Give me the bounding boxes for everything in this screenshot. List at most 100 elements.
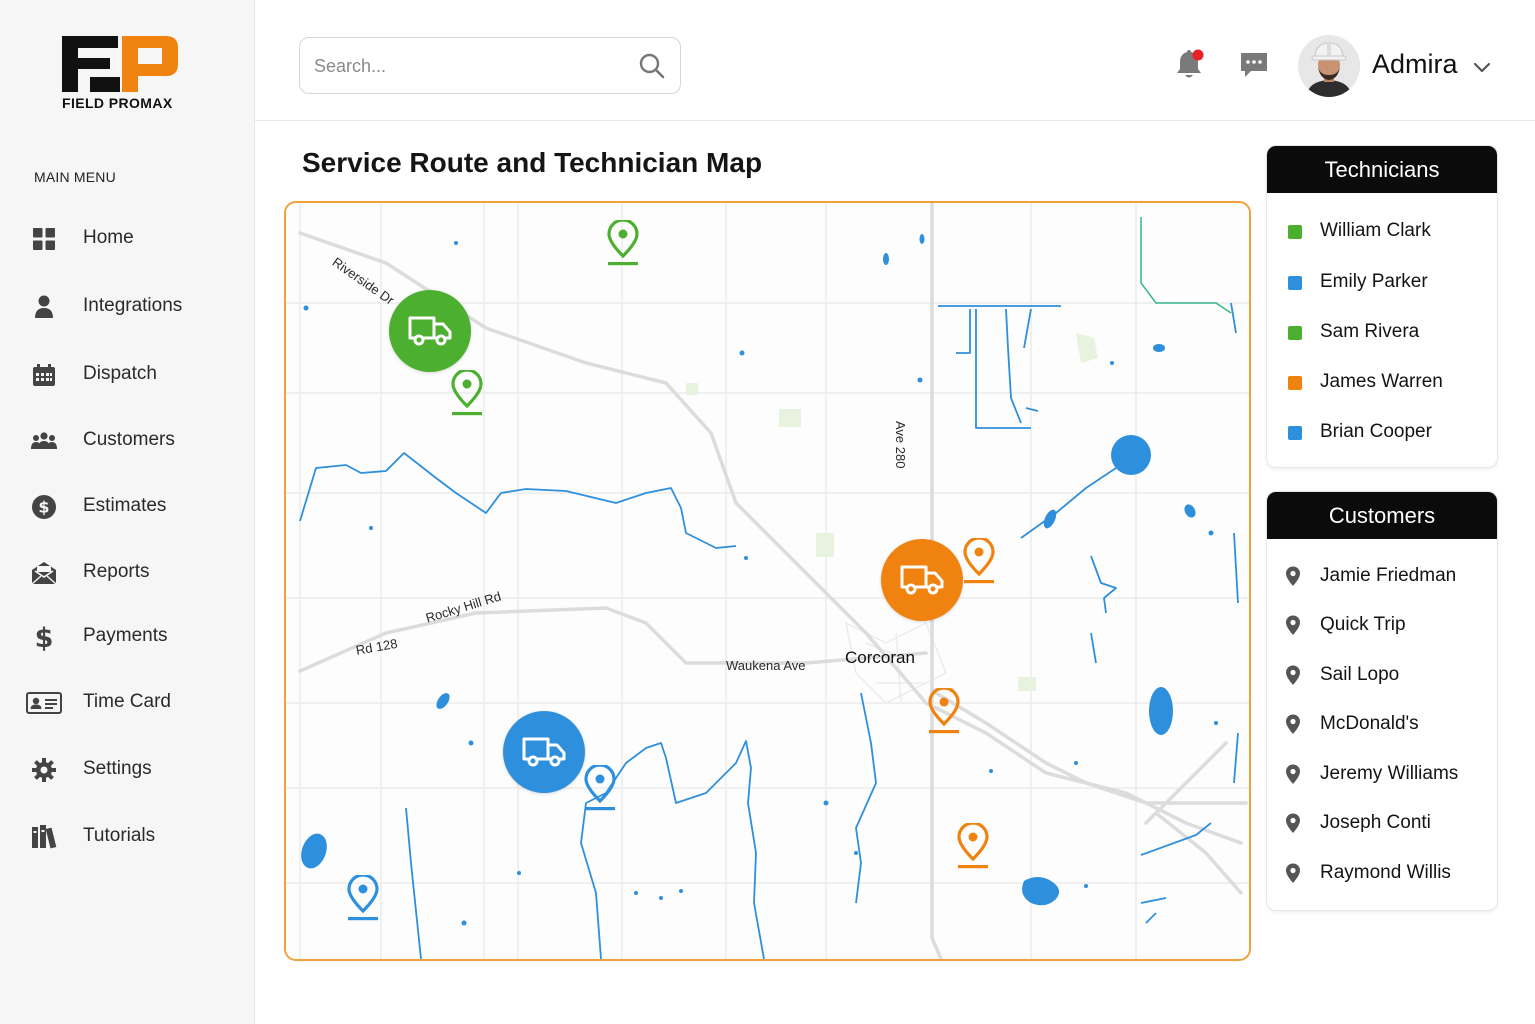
customer-name: Sail Lopo xyxy=(1320,664,1400,685)
sidebar-item-settings[interactable]: Settings xyxy=(0,743,254,795)
sidebar-item-label: Reports xyxy=(83,561,150,582)
sidebar-item-label: Time Card xyxy=(83,691,171,712)
road-label-ave-280: Ave 280 xyxy=(893,421,908,469)
customer-name: Quick Trip xyxy=(1320,614,1406,635)
sidebar-item-integrations[interactable]: Integrations xyxy=(0,280,254,332)
sidebar-item-label: Dispatch xyxy=(83,363,157,384)
sidebar-item-payments[interactable]: $ Payments xyxy=(0,610,254,662)
technician-item[interactable]: Sam Rivera xyxy=(1267,315,1497,351)
chevron-down-icon[interactable] xyxy=(1471,56,1493,78)
sidebar-item-customers[interactable]: Customers xyxy=(0,414,254,466)
truck-marker-green[interactable] xyxy=(389,290,471,372)
customer-item[interactable]: Joseph Conti xyxy=(1267,806,1497,842)
dollar-circle-icon: $ xyxy=(31,494,57,520)
search-icon[interactable] xyxy=(638,52,666,80)
sidebar-item-label: Customers xyxy=(83,429,175,450)
location-pin-icon xyxy=(1285,566,1301,587)
sidebar-item-estimates[interactable]: $ Estimates xyxy=(0,480,254,532)
map-pin-green[interactable] xyxy=(605,218,641,268)
road-label-waukena: Waukena Ave xyxy=(726,658,806,673)
map-pin-orange[interactable] xyxy=(961,536,997,586)
search-input[interactable] xyxy=(314,50,624,82)
truck-marker-blue[interactable] xyxy=(503,711,585,793)
location-pin-icon xyxy=(1285,764,1301,785)
customer-item[interactable]: Jamie Friedman xyxy=(1267,559,1497,595)
sidebar-item-dispatch[interactable]: Dispatch xyxy=(0,348,254,400)
technician-item[interactable]: Emily Parker xyxy=(1267,265,1497,301)
sidebar-item-reports[interactable]: Reports xyxy=(0,546,254,598)
truck-icon xyxy=(900,565,944,595)
group-icon xyxy=(31,428,57,454)
color-swatch xyxy=(1288,276,1302,290)
technician-item[interactable]: James Warren xyxy=(1267,365,1497,401)
search-box[interactable] xyxy=(299,37,681,94)
map-pin-green[interactable] xyxy=(449,368,485,418)
customer-item[interactable]: Jeremy Williams xyxy=(1267,757,1497,793)
truck-marker-orange[interactable] xyxy=(881,539,963,621)
town-label-corcoran: Corcoran xyxy=(845,648,915,667)
chat-icon[interactable] xyxy=(1238,50,1270,80)
sidebar-item-label: Settings xyxy=(83,758,152,779)
map-pin-orange[interactable] xyxy=(955,821,991,871)
page-title: Service Route and Technician Map xyxy=(302,147,763,178)
customers-title: Customers xyxy=(1267,492,1497,539)
map-pin-orange[interactable] xyxy=(926,686,962,736)
location-pin-icon xyxy=(1285,714,1301,735)
color-swatch xyxy=(1288,376,1302,390)
user-avatar[interactable] xyxy=(1298,35,1360,97)
svg-text:$: $ xyxy=(38,498,49,517)
truck-icon xyxy=(522,737,566,767)
map-pin-blue[interactable] xyxy=(582,763,618,813)
envelope-icon xyxy=(31,560,57,586)
calendar-icon xyxy=(31,362,57,388)
technician-name: Emily Parker xyxy=(1320,271,1428,292)
customer-item[interactable]: Sail Lopo xyxy=(1267,658,1497,694)
customer-name: Jeremy Williams xyxy=(1320,763,1459,784)
sidebar-item-time-card[interactable]: Time Card xyxy=(0,676,254,728)
color-swatch xyxy=(1288,225,1302,239)
location-pin-icon xyxy=(1285,615,1301,636)
technician-name: James Warren xyxy=(1320,371,1443,392)
sidebar-item-label: Payments xyxy=(83,625,168,646)
customer-item[interactable]: Raymond Willis xyxy=(1267,856,1497,892)
technician-item[interactable]: Brian Cooper xyxy=(1267,415,1497,451)
technician-item[interactable]: William Clark xyxy=(1267,214,1497,250)
location-pin-icon xyxy=(1285,665,1301,686)
color-swatch xyxy=(1288,426,1302,440)
person-icon xyxy=(31,294,57,320)
technicians-title: Technicians xyxy=(1267,146,1497,193)
notification-bell-icon[interactable] xyxy=(1173,48,1205,82)
sidebar-item-tutorials[interactable]: Tutorials xyxy=(0,810,254,862)
location-pin-icon xyxy=(1285,863,1301,884)
customer-item[interactable]: Quick Trip xyxy=(1267,608,1497,644)
gear-icon xyxy=(31,757,57,783)
color-swatch xyxy=(1288,326,1302,340)
sidebar: FIELD PROMAX MAIN MENU Home Integrations… xyxy=(0,0,255,1024)
customer-name: McDonald's xyxy=(1320,713,1419,734)
books-icon xyxy=(31,824,57,850)
logo-mark xyxy=(62,36,178,92)
dollar-icon: $ xyxy=(31,623,57,651)
map-pin-blue[interactable] xyxy=(345,873,381,923)
top-header: Admira xyxy=(255,0,1535,121)
brand-logo[interactable]: FIELD PROMAX xyxy=(60,36,185,116)
sidebar-item-home[interactable]: Home xyxy=(0,212,254,264)
sidebar-item-label: Integrations xyxy=(83,295,183,316)
user-name[interactable]: Admira xyxy=(1372,49,1458,80)
grid-icon xyxy=(31,226,57,252)
customer-item[interactable]: McDonald's xyxy=(1267,707,1497,743)
sidebar-item-label: Home xyxy=(83,227,134,248)
brand-name: FIELD PROMAX xyxy=(62,95,173,111)
sidebar-item-label: Estimates xyxy=(83,495,167,516)
customer-name: Raymond Willis xyxy=(1320,862,1451,883)
truck-icon xyxy=(408,316,452,346)
id-card-icon xyxy=(25,690,63,716)
location-pin-icon xyxy=(1285,813,1301,834)
technician-name: Sam Rivera xyxy=(1320,321,1420,342)
sidebar-item-label: Tutorials xyxy=(83,825,156,846)
technicians-panel: Technicians William Clark Emily Parker S… xyxy=(1266,145,1498,468)
customer-name: Joseph Conti xyxy=(1320,812,1431,833)
main-menu-title: MAIN MENU xyxy=(34,169,116,185)
route-map[interactable]: Riverside Dr Rocky Hill Rd Rd 128 Wauken… xyxy=(284,201,1251,961)
technician-name: William Clark xyxy=(1320,220,1431,241)
